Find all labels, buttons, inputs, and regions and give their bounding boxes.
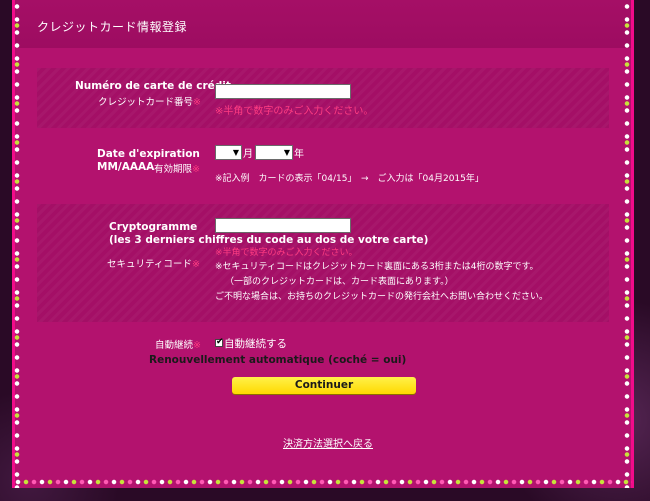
expiry-month-select[interactable]: ▼ bbox=[215, 145, 242, 160]
decor-dots-right-accent bbox=[623, 6, 631, 484]
card-number-label-jp: クレジットカード番号※ bbox=[98, 97, 201, 108]
cvv-label-fr-line1: Cryptogramme bbox=[109, 221, 198, 233]
auto-renew-caption-fr: Renouvellement automatique (coché = oui) bbox=[149, 354, 407, 366]
cvv-label-jp: セキュリティコード※ bbox=[107, 259, 200, 270]
card-number-input[interactable] bbox=[215, 84, 351, 99]
page-title: クレジットカード情報登録 bbox=[37, 20, 188, 34]
expiry-label-jp: 有効期限※ bbox=[154, 164, 200, 175]
decor-dots-bottom bbox=[14, 478, 632, 486]
continue-button[interactable]: Continuer bbox=[232, 377, 416, 394]
expiry-example: ※記入例 カードの表示「04/15」 → ご入力は「04月2015年」 bbox=[215, 174, 484, 184]
auto-renew-checkbox[interactable]: ✔ bbox=[215, 337, 224, 347]
year-unit: 年 bbox=[294, 149, 304, 160]
cvv-input[interactable] bbox=[215, 218, 351, 233]
decor-dots-left-accent bbox=[13, 6, 21, 484]
form-panel: クレジットカード情報登録 Numéro de carte de crédit ク… bbox=[12, 0, 634, 488]
month-unit: 月 bbox=[243, 149, 253, 160]
chevron-down-icon: ▼ bbox=[232, 148, 239, 157]
card-number-label-fr: Numéro de carte de crédit bbox=[75, 80, 231, 92]
auto-renew-checkbox-label[interactable]: 自動継続する bbox=[224, 336, 287, 351]
cvv-note-1: ※セキュリティコードはクレジットカード裏面にある3桁または4桁の数字です。 bbox=[215, 262, 539, 272]
cvv-hint: ※半角で数字のみご入力ください。 bbox=[215, 248, 358, 258]
card-number-hint: ※半角で数字のみご入力ください。 bbox=[215, 106, 374, 117]
back-to-payment-link[interactable]: 決済方法選択へ戻る bbox=[283, 435, 373, 450]
auto-renew-label: 自動継続※ bbox=[155, 340, 201, 351]
expiry-label-fr-line1: Date d'expiration bbox=[97, 148, 200, 160]
check-icon: ✔ bbox=[216, 337, 224, 347]
expiry-label-fr-line2: MM/AAAA bbox=[97, 161, 155, 173]
chevron-down-icon: ▼ bbox=[283, 148, 290, 157]
header-bar: クレジットカード情報登録 bbox=[15, 0, 631, 48]
cvv-note-2: （一部のクレジットカードは、カード表面にあります。） bbox=[225, 277, 454, 287]
cvv-note-3: ご不明な場合は、お持ちのクレジットカードの発行会社へお問い合わせください。 bbox=[215, 292, 549, 302]
expiry-year-select[interactable]: ▼ bbox=[255, 145, 293, 160]
